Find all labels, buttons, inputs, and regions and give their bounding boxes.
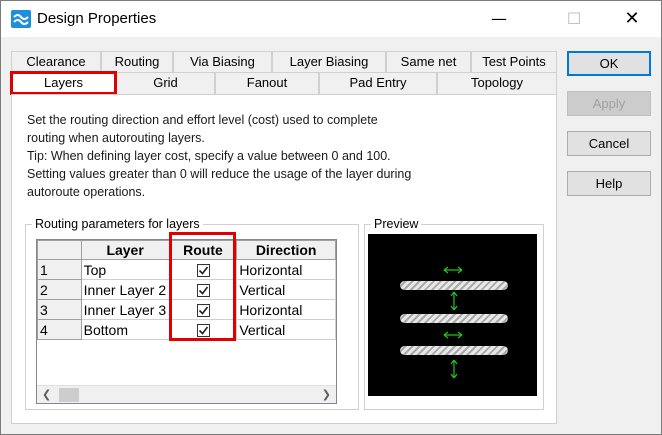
vertical-arrow-icon <box>450 291 458 311</box>
minimize-button[interactable]: — <box>476 1 522 37</box>
description-line: routing when autorouting layers. <box>27 131 205 145</box>
scroll-left-icon[interactable]: ❮ <box>42 388 51 401</box>
row-number: 3 <box>37 299 82 320</box>
tab-topology[interactable]: Topology <box>437 72 557 94</box>
preview-trace <box>400 346 508 355</box>
tab-fanout[interactable]: Fanout <box>215 72 319 94</box>
close-button[interactable]: ✕ <box>609 1 655 37</box>
route-column-highlight <box>169 232 236 341</box>
ok-button[interactable]: OK <box>567 51 651 76</box>
horizontal-scrollbar[interactable]: ❮ ❯ <box>37 385 336 403</box>
tab-routing[interactable]: Routing <box>101 51 173 73</box>
tab-same-net[interactable]: Same net <box>386 51 471 73</box>
row-number: 1 <box>37 259 82 280</box>
description-line: Setting values greater than 0 will reduc… <box>27 167 412 181</box>
description-line: Tip: When defining layer cost, specify a… <box>27 149 391 163</box>
tab-row-front: Layers Grid Fanout Pad Entry Topology <box>10 71 557 95</box>
direction-cell[interactable]: Horizontal <box>236 259 336 280</box>
routing-params-label: Routing parameters for layers <box>32 217 203 231</box>
window-title: Design Properties <box>37 10 157 27</box>
title-bar: Design Properties — ☐ ✕ <box>1 1 661 37</box>
horizontal-arrow-icon <box>443 266 463 274</box>
row-number: 4 <box>37 319 82 340</box>
tab-layer-biasing[interactable]: Layer Biasing <box>272 51 386 73</box>
horizontal-arrow-icon <box>443 331 463 339</box>
layer-cell[interactable]: Bottom <box>80 319 170 340</box>
scroll-thumb[interactable] <box>59 388 79 402</box>
design-properties-dialog: Design Properties — ☐ ✕ Clearance Routin… <box>0 0 662 435</box>
direction-cell[interactable]: Vertical <box>236 279 336 300</box>
tab-via-biasing[interactable]: Via Biasing <box>173 51 272 73</box>
tab-pad-entry[interactable]: Pad Entry <box>319 72 437 94</box>
cancel-button[interactable]: Cancel <box>567 131 651 156</box>
app-icon <box>11 10 31 28</box>
preview-trace <box>400 281 508 290</box>
apply-button[interactable]: Apply <box>567 91 651 116</box>
description-line: Set the routing direction and effort lev… <box>27 113 378 127</box>
layer-cell[interactable]: Inner Layer 2 <box>80 279 170 300</box>
maximize-button[interactable]: ☐ <box>551 1 597 37</box>
layer-cell[interactable]: Inner Layer 3 <box>80 299 170 320</box>
help-button[interactable]: Help <box>567 171 651 196</box>
layer-cell[interactable]: Top <box>80 259 170 280</box>
tab-layers[interactable]: Layers <box>10 71 117 95</box>
col-header-direction[interactable]: Direction <box>236 240 336 260</box>
tab-clearance[interactable]: Clearance <box>11 51 101 73</box>
preview-canvas <box>368 234 537 396</box>
preview-trace <box>400 314 508 323</box>
description-text: Set the routing direction and effort lev… <box>27 111 527 201</box>
row-number: 2 <box>37 279 82 300</box>
preview-label: Preview <box>371 217 422 231</box>
description-line: autoroute operations. <box>27 185 146 199</box>
direction-cell[interactable]: Vertical <box>236 319 336 340</box>
tab-grid[interactable]: Grid <box>116 72 215 94</box>
col-header-number <box>37 240 82 260</box>
col-header-layer[interactable]: Layer <box>80 240 170 260</box>
scroll-right-icon[interactable]: ❯ <box>322 388 331 401</box>
direction-cell[interactable]: Horizontal <box>236 299 336 320</box>
tab-test-points[interactable]: Test Points <box>471 51 557 73</box>
vertical-arrow-icon <box>450 359 458 379</box>
tab-row-back: Clearance Routing Via Biasing Layer Bias… <box>11 51 557 73</box>
